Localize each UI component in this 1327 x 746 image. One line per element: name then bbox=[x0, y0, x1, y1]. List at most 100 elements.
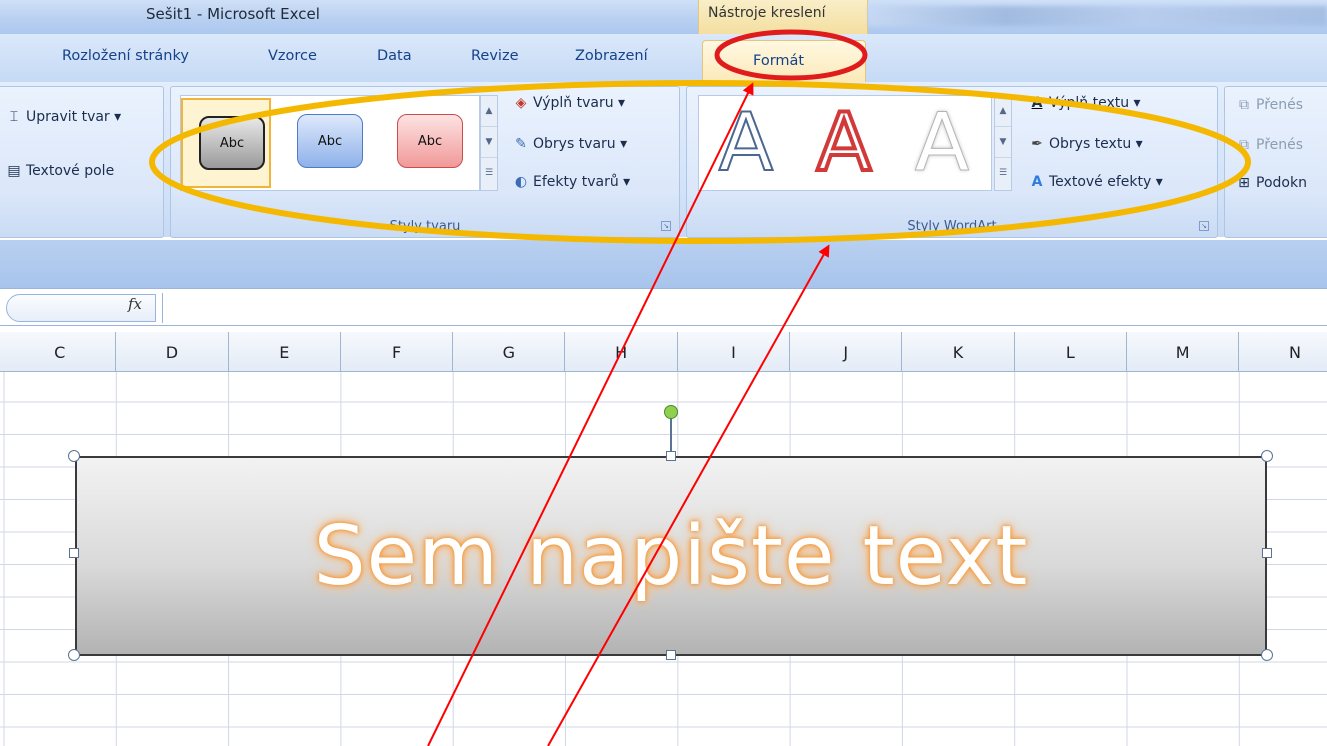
text-box-label: Textové pole bbox=[26, 163, 115, 179]
shape-styles-group-label: Styly tvaru bbox=[389, 219, 461, 234]
text-fill-button[interactable]: A Výplň textu ▾ bbox=[1028, 95, 1141, 111]
column-header-d[interactable]: D bbox=[116, 332, 229, 372]
text-box-shape[interactable]: Sem napište text bbox=[75, 456, 1267, 656]
shape-effects-button[interactable]: ◐ Efekty tvarů ▾ bbox=[512, 174, 630, 190]
column-header-g[interactable]: G bbox=[453, 332, 566, 372]
context-tab-header-label: Nástroje kreslení bbox=[708, 5, 826, 21]
edit-shape-label: Upravit tvar ▾ bbox=[26, 109, 122, 125]
resize-handle-top[interactable] bbox=[666, 451, 676, 461]
wordart-styles-group-label: Styly WordArt bbox=[907, 219, 997, 234]
shape-text[interactable]: Sem napište text bbox=[77, 458, 1265, 654]
text-effects-label: Textové efekty ▾ bbox=[1049, 174, 1163, 190]
text-fill-label: Výplň textu ▾ bbox=[1049, 95, 1141, 111]
column-header-k[interactable]: K bbox=[902, 332, 1015, 372]
shape-style-dark-sample: Abc bbox=[199, 116, 265, 170]
resize-handle-left[interactable] bbox=[69, 548, 79, 558]
bring-forward-button[interactable]: ⧉ Přenés bbox=[1235, 97, 1303, 113]
wordart-scroll-down-icon[interactable]: ▼ bbox=[995, 127, 1011, 158]
scroll-up-icon[interactable]: ▲ bbox=[481, 96, 497, 127]
selection-pane-button[interactable]: ⊞ Podokn bbox=[1235, 175, 1307, 191]
wordart-dialog-launcher-icon[interactable]: ↘ bbox=[1199, 221, 1209, 231]
tab-view[interactable]: Zobrazení bbox=[575, 48, 648, 64]
shape-style-red-sample: Abc bbox=[397, 114, 463, 168]
text-box-icon: ▤ bbox=[7, 163, 21, 179]
tab-data[interactable]: Data bbox=[377, 48, 412, 64]
column-header-h[interactable]: H bbox=[566, 332, 678, 372]
shape-fill-button[interactable]: ◈ Výplň tvaru ▾ bbox=[512, 95, 625, 111]
wordart-gallery: A A A bbox=[698, 95, 992, 191]
wordart-gallery-scroll[interactable]: ▲ ▼ ☰ bbox=[994, 95, 1012, 191]
column-header-n[interactable]: N bbox=[1239, 332, 1327, 372]
resize-handle-bottom-right[interactable] bbox=[1261, 649, 1273, 661]
column-header-c[interactable]: C bbox=[4, 332, 117, 372]
wordart-style-white[interactable]: A bbox=[897, 96, 987, 189]
dialog-launcher-icon[interactable]: ↘ bbox=[661, 221, 671, 231]
ribbon-tab-strip: Rozložení stránky Vzorce Data Revize Zob… bbox=[0, 34, 1327, 82]
edit-shape-button[interactable]: ⌶ Upravit tvar ▾ bbox=[5, 109, 121, 125]
bring-forward-label: Přenés bbox=[1256, 97, 1304, 113]
resize-handle-bottom[interactable] bbox=[666, 650, 676, 660]
tab-page-layout[interactable]: Rozložení stránky bbox=[62, 48, 189, 64]
window-title: Sešit1 - Microsoft Excel bbox=[146, 5, 320, 23]
column-header-l[interactable]: L bbox=[1015, 332, 1127, 372]
resize-handle-bottom-left[interactable] bbox=[68, 649, 80, 661]
column-header-e[interactable]: E bbox=[229, 332, 341, 372]
column-header-j[interactable]: J bbox=[790, 332, 903, 372]
selection-pane-icon: ⊞ bbox=[1238, 175, 1250, 191]
text-fill-icon: A bbox=[1031, 95, 1043, 111]
pencil-icon: ✎ bbox=[515, 136, 527, 152]
column-header-m[interactable]: M bbox=[1127, 332, 1240, 372]
resize-handle-right[interactable] bbox=[1262, 548, 1272, 558]
wordart-sample-1: A bbox=[718, 96, 775, 189]
column-header-f[interactable]: F bbox=[341, 332, 454, 372]
scroll-down-icon[interactable]: ▼ bbox=[481, 127, 497, 158]
send-backward-button[interactable]: ⧉ Přenés bbox=[1235, 137, 1303, 153]
wordart-style-outline-blue[interactable]: A bbox=[701, 96, 791, 189]
text-outline-button[interactable]: ✒ Obrys textu ▾ bbox=[1028, 136, 1143, 152]
arrange-group: ⧉ Přenés ⧉ Přenés ⊞ Podokn bbox=[1224, 86, 1327, 238]
text-effects-icon: A bbox=[1031, 174, 1043, 190]
wordart-gallery-more-icon[interactable]: ☰ bbox=[995, 158, 1011, 189]
text-box-button[interactable]: ▤ Textové pole bbox=[5, 163, 114, 179]
shape-effects-label: Efekty tvarů ▾ bbox=[533, 174, 631, 190]
wordart-sample-2: A bbox=[815, 96, 874, 190]
gallery-more-icon[interactable]: ☰ bbox=[481, 158, 497, 189]
resize-handle-top-left[interactable] bbox=[68, 450, 80, 462]
column-headers: CDEFGHIJKLMN bbox=[0, 332, 1327, 372]
drawing-tools-context-header: Nástroje kreslení bbox=[698, 0, 868, 34]
blurred-title-area bbox=[868, 6, 1327, 26]
send-backward-icon: ⧉ bbox=[1239, 137, 1249, 153]
excel-window: Sešit1 - Microsoft Excel Nástroje kresle… bbox=[0, 0, 1327, 746]
wordart-scroll-up-icon[interactable]: ▲ bbox=[995, 96, 1011, 127]
resize-handle-top-right[interactable] bbox=[1261, 450, 1273, 462]
text-effects-button[interactable]: A Textové efekty ▾ bbox=[1028, 174, 1163, 190]
shape-style-blue-sample: Abc bbox=[297, 114, 363, 168]
paint-bucket-icon: ◈ bbox=[515, 95, 527, 111]
text-outline-label: Obrys textu ▾ bbox=[1049, 136, 1143, 152]
insert-shapes-group: ⌶ Upravit tvar ▾ ▤ Textové pole bbox=[0, 86, 164, 238]
shape-outline-label: Obrys tvaru ▾ bbox=[533, 136, 628, 152]
selection-pane-label: Podokn bbox=[1256, 175, 1307, 191]
formula-bar: fx bbox=[0, 288, 1327, 326]
wordart-sample-3: A bbox=[914, 96, 970, 189]
shape-style-red[interactable]: Abc bbox=[381, 98, 471, 188]
edit-shape-icon: ⌶ bbox=[9, 109, 19, 125]
shape-outline-button[interactable]: ✎ Obrys tvaru ▾ bbox=[512, 136, 627, 152]
shape-effects-icon: ◐ bbox=[514, 174, 528, 190]
rotation-handle[interactable] bbox=[664, 405, 678, 419]
shape-fill-label: Výplň tvaru ▾ bbox=[533, 95, 626, 111]
shape-style-blue[interactable]: Abc bbox=[281, 98, 371, 188]
ribbon-bottom-bar bbox=[0, 240, 1327, 288]
wordart-style-red[interactable]: A bbox=[799, 96, 889, 190]
tab-formulas[interactable]: Vzorce bbox=[268, 48, 317, 64]
tab-format[interactable]: Formát bbox=[702, 40, 866, 82]
tab-format-label: Formát bbox=[753, 53, 805, 69]
insert-function-icon[interactable]: fx bbox=[128, 295, 142, 313]
text-outline-pen-icon: ✒ bbox=[1031, 136, 1043, 152]
shape-style-dark[interactable]: Abc bbox=[181, 98, 271, 188]
formula-input[interactable] bbox=[162, 293, 1322, 323]
tab-review[interactable]: Revize bbox=[471, 48, 519, 64]
shape-style-gallery: Abc Abc Abc bbox=[180, 95, 480, 191]
shape-gallery-scroll[interactable]: ▲ ▼ ☰ bbox=[480, 95, 498, 191]
column-header-i[interactable]: I bbox=[678, 332, 791, 372]
